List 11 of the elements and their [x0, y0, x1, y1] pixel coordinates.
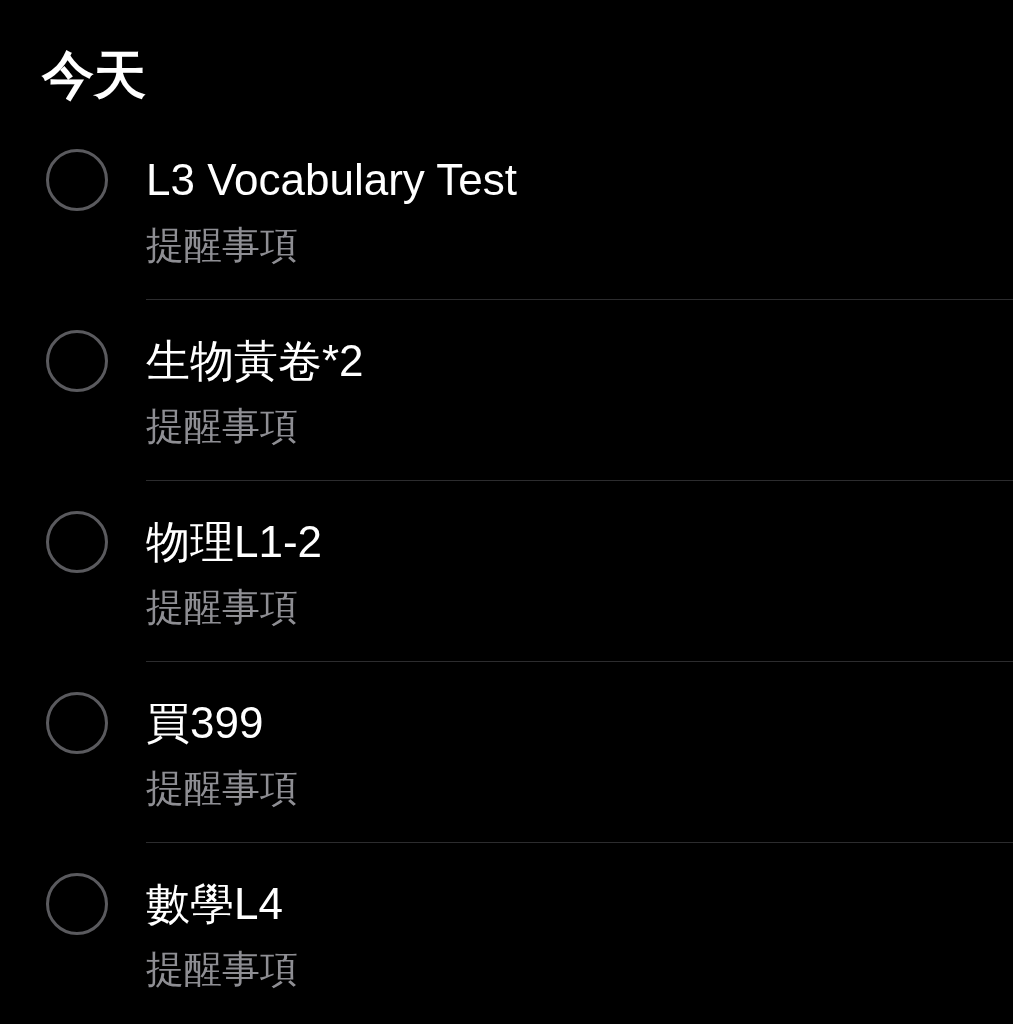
reminder-title[interactable]: L3 Vocabulary Test	[146, 152, 1013, 208]
reminder-title[interactable]: 物理L1-2	[146, 514, 1013, 570]
list-name: 提醒事項	[146, 766, 299, 811]
page-title: 今天	[42, 45, 147, 105]
reminder-title[interactable]: 生物黃卷*2	[146, 333, 1013, 389]
reminder-title[interactable]: 數學L4	[146, 876, 1013, 932]
list-name: 提醒事項	[146, 585, 299, 630]
reminder-title[interactable]: 買399	[146, 695, 1013, 751]
list-name: 提醒事項	[146, 223, 299, 268]
list-name: 提醒事項	[146, 947, 299, 992]
list-name: 提醒事項	[146, 404, 299, 449]
